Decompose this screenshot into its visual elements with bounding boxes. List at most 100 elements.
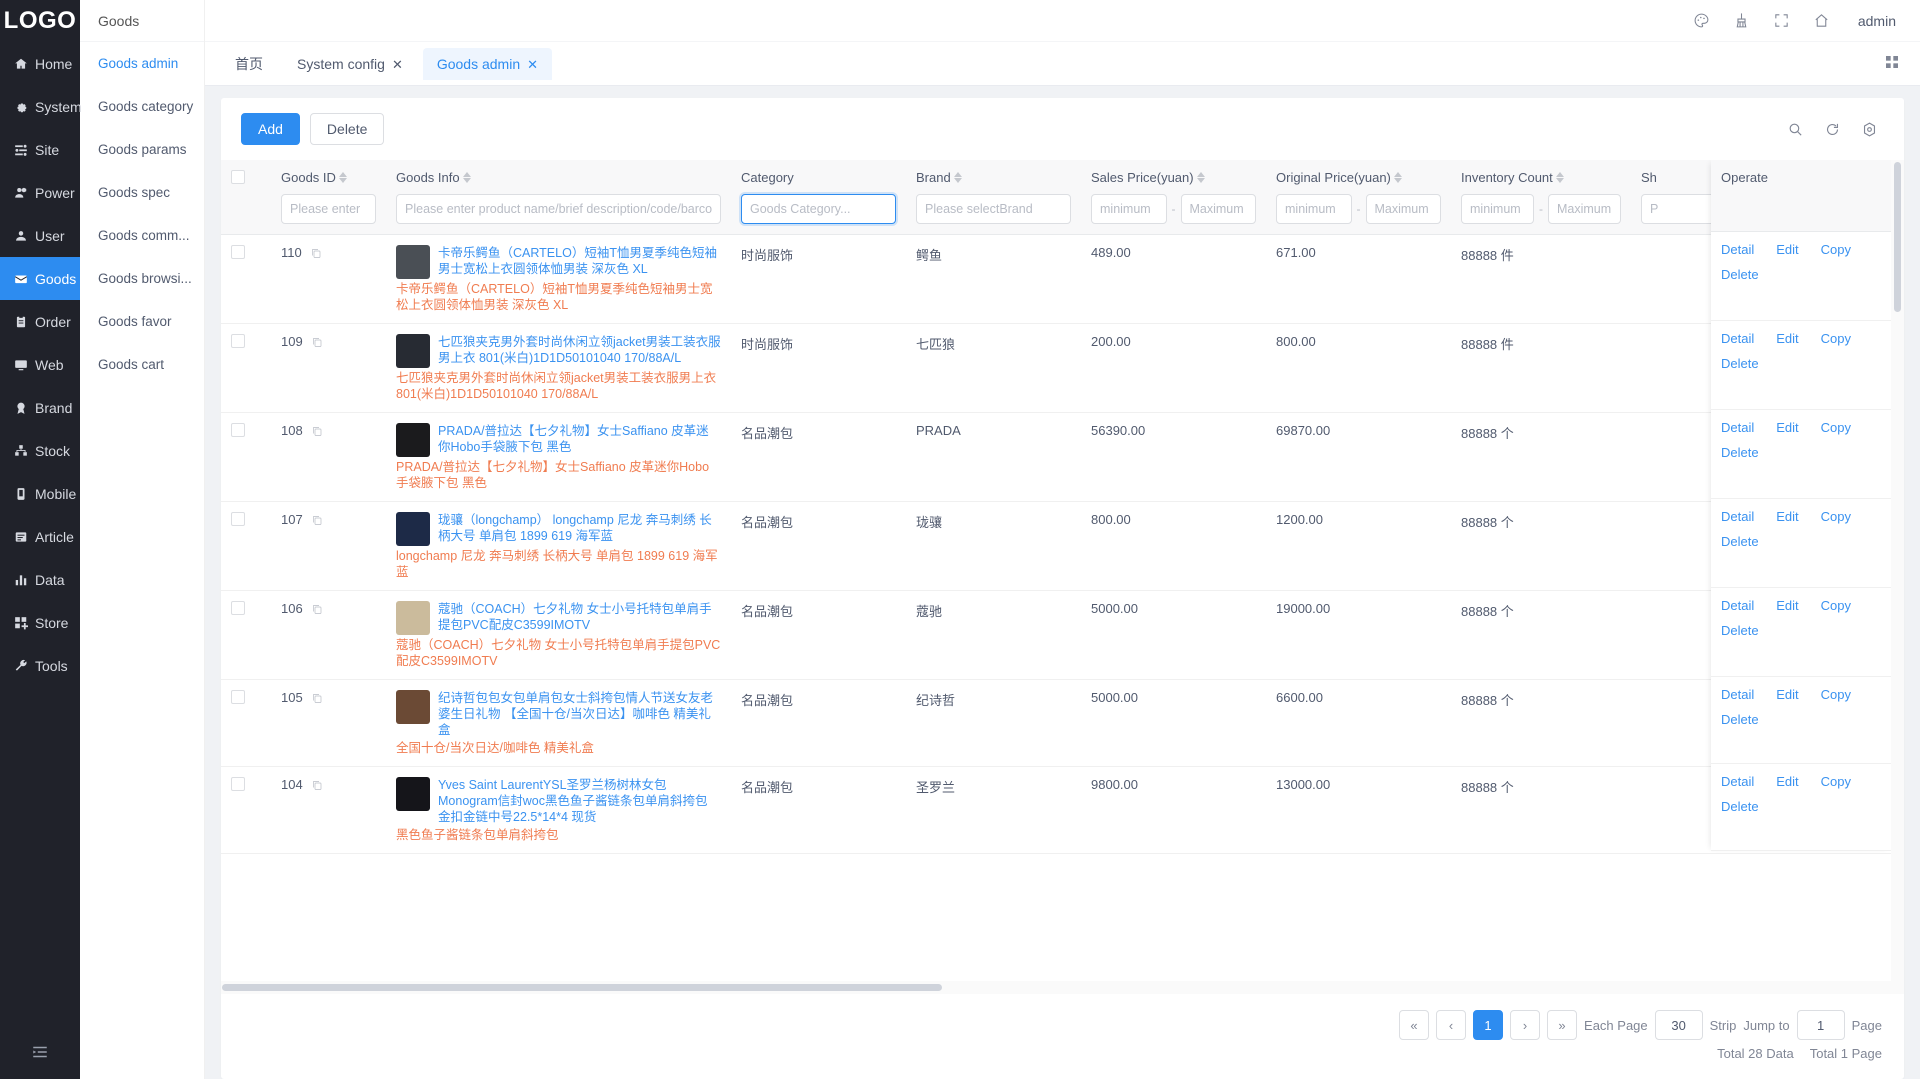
goods-name-link[interactable]: 卡帝乐鳄鱼（CARTELO）短袖T恤男夏季纯色短袖男士宽松上衣圆领体恤男装 深灰… bbox=[438, 245, 721, 279]
app-logo[interactable]: LOGO bbox=[0, 0, 80, 42]
palette-icon[interactable] bbox=[1682, 0, 1722, 42]
tab-goods-admin[interactable]: Goods admin ✕ bbox=[422, 48, 553, 80]
page-number-1[interactable]: 1 bbox=[1473, 1010, 1504, 1040]
operate-copy-link[interactable]: Copy bbox=[1821, 331, 1851, 346]
operate-edit-link[interactable]: Edit bbox=[1776, 774, 1798, 789]
sidebar-item-order[interactable]: Order bbox=[0, 300, 80, 343]
sort-toggle-icon[interactable] bbox=[953, 172, 962, 183]
table-row[interactable]: 104 Yves Saint LaurentYSL圣罗兰杨树林女包Monogram… bbox=[221, 766, 1904, 854]
select-all-checkbox[interactable] bbox=[231, 170, 245, 184]
tab-[interactable]: 首页 bbox=[221, 48, 277, 80]
goods-name-link[interactable]: PRADA/普拉达【七夕礼物】女士Saffiano 皮革迷你Hobo手袋腋下包 … bbox=[438, 423, 721, 457]
submenu-item-goods-favor[interactable]: Goods favor bbox=[80, 300, 204, 343]
filter-sales_price-max[interactable] bbox=[1180, 194, 1256, 224]
table-row[interactable]: 106 蔻驰（COACH）七夕礼物 女士小号托特包单肩手提包PVC配皮C3599I… bbox=[221, 590, 1904, 680]
vertical-scrollbar[interactable] bbox=[1891, 160, 1904, 981]
operate-detail-link[interactable]: Detail bbox=[1721, 509, 1754, 524]
operate-delete-link[interactable]: Delete bbox=[1721, 267, 1759, 282]
sort-toggle-icon[interactable] bbox=[1196, 172, 1205, 183]
row-checkbox[interactable] bbox=[231, 601, 245, 615]
copy-icon[interactable] bbox=[311, 779, 323, 791]
page-last-button[interactable]: » bbox=[1547, 1010, 1578, 1040]
sidebar-item-power[interactable]: Power bbox=[0, 171, 80, 214]
page-first-button[interactable]: « bbox=[1399, 1010, 1430, 1040]
sidebar-item-store[interactable]: Store bbox=[0, 601, 80, 644]
search-icon[interactable] bbox=[1787, 121, 1804, 138]
admin-user-menu[interactable]: admin bbox=[1858, 13, 1896, 29]
page-size-input[interactable] bbox=[1654, 1010, 1703, 1040]
horizontal-scrollbar-thumb[interactable] bbox=[222, 984, 942, 991]
submenu-item-goods-params[interactable]: Goods params bbox=[80, 128, 204, 171]
sidebar-item-goods[interactable]: Goods bbox=[0, 257, 80, 300]
page-next-button[interactable]: › bbox=[1510, 1010, 1541, 1040]
operate-detail-link[interactable]: Detail bbox=[1721, 687, 1754, 702]
operate-delete-link[interactable]: Delete bbox=[1721, 799, 1759, 814]
sidebar-item-tools[interactable]: Tools bbox=[0, 644, 80, 687]
operate-copy-link[interactable]: Copy bbox=[1821, 687, 1851, 702]
operate-copy-link[interactable]: Copy bbox=[1821, 598, 1851, 613]
submenu-item-goods-spec[interactable]: Goods spec bbox=[80, 171, 204, 214]
operate-copy-link[interactable]: Copy bbox=[1821, 420, 1851, 435]
row-checkbox[interactable] bbox=[231, 512, 245, 526]
row-checkbox[interactable] bbox=[231, 423, 245, 437]
sort-toggle-icon[interactable] bbox=[1555, 172, 1564, 183]
sort-toggle-icon[interactable] bbox=[338, 172, 347, 183]
copy-icon[interactable] bbox=[311, 336, 323, 348]
sort-toggle-icon[interactable] bbox=[462, 172, 471, 183]
submenu-item-goods-cart[interactable]: Goods cart bbox=[80, 343, 204, 386]
table-row[interactable]: 109 七匹狼夹克男外套时尚休闲立领jacket男装工装衣服男上衣 801(米白)… bbox=[221, 323, 1904, 413]
sidebar-collapse-button[interactable] bbox=[0, 1043, 80, 1061]
operate-copy-link[interactable]: Copy bbox=[1821, 242, 1851, 257]
table-row[interactable]: 105 纪诗哲包包女包单肩包女士斜挎包情人节送女友老婆生日礼物 【全国十仓/当次日… bbox=[221, 679, 1904, 767]
filter-original_price-min[interactable] bbox=[1276, 194, 1352, 224]
copy-icon[interactable] bbox=[311, 603, 323, 615]
operate-detail-link[interactable]: Detail bbox=[1721, 420, 1754, 435]
operate-delete-link[interactable]: Delete bbox=[1721, 623, 1759, 638]
page-prev-button[interactable]: ‹ bbox=[1436, 1010, 1467, 1040]
sidebar-item-system[interactable]: System bbox=[0, 85, 82, 128]
operate-detail-link[interactable]: Detail bbox=[1721, 774, 1754, 789]
goods-name-link[interactable]: 七匹狼夹克男外套时尚休闲立领jacket男装工装衣服男上衣 801(米白)1D1… bbox=[438, 334, 721, 368]
tab-grid-options-icon[interactable] bbox=[1884, 54, 1900, 73]
operate-copy-link[interactable]: Copy bbox=[1821, 774, 1851, 789]
operate-delete-link[interactable]: Delete bbox=[1721, 534, 1759, 549]
sidebar-item-web[interactable]: Web bbox=[0, 343, 80, 386]
sidebar-item-user[interactable]: User bbox=[0, 214, 80, 257]
settings-gear-icon[interactable] bbox=[1861, 121, 1878, 138]
delete-button[interactable]: Delete bbox=[309, 113, 385, 145]
horizontal-scrollbar[interactable] bbox=[221, 981, 1904, 994]
submenu-item-goods-admin[interactable]: Goods admin bbox=[80, 42, 204, 85]
filter-id-input[interactable] bbox=[281, 194, 376, 224]
sidebar-item-site[interactable]: Site bbox=[0, 128, 80, 171]
sidebar-item-brand[interactable]: Brand bbox=[0, 386, 80, 429]
add-button[interactable]: Add bbox=[241, 113, 300, 145]
operate-detail-link[interactable]: Detail bbox=[1721, 331, 1754, 346]
tab-system-config[interactable]: System config ✕ bbox=[283, 48, 417, 80]
operate-edit-link[interactable]: Edit bbox=[1776, 598, 1798, 613]
tab-close-icon[interactable]: ✕ bbox=[527, 58, 538, 71]
operate-copy-link[interactable]: Copy bbox=[1821, 509, 1851, 524]
home-icon[interactable] bbox=[1802, 0, 1842, 42]
filter-brand-input[interactable] bbox=[916, 194, 1071, 224]
operate-delete-link[interactable]: Delete bbox=[1721, 356, 1759, 371]
goods-name-link[interactable]: 蔻驰（COACH）七夕礼物 女士小号托特包单肩手提包PVC配皮C3599IMOT… bbox=[438, 601, 721, 635]
submenu-item-goods-browsi[interactable]: Goods browsi... bbox=[80, 257, 204, 300]
operate-edit-link[interactable]: Edit bbox=[1776, 509, 1798, 524]
filter-info-input[interactable] bbox=[396, 194, 721, 224]
goods-name-link[interactable]: Yves Saint LaurentYSL圣罗兰杨树林女包Monogram信封w… bbox=[438, 777, 721, 825]
operate-edit-link[interactable]: Edit bbox=[1776, 420, 1798, 435]
tab-close-icon[interactable]: ✕ bbox=[392, 58, 403, 71]
table-row[interactable]: 108 PRADA/普拉达【七夕礼物】女士Saffiano 皮革迷你Hobo手袋腋… bbox=[221, 412, 1904, 502]
sidebar-item-article[interactable]: Article bbox=[0, 515, 80, 558]
copy-icon[interactable] bbox=[311, 692, 323, 704]
filter-inventory-max[interactable] bbox=[1548, 194, 1621, 224]
submenu-item-goods-category[interactable]: Goods category bbox=[80, 85, 204, 128]
sidebar-item-stock[interactable]: Stock bbox=[0, 429, 80, 472]
copy-icon[interactable] bbox=[310, 247, 322, 259]
table-row[interactable]: 110 卡帝乐鳄鱼（CARTELO）短袖T恤男夏季纯色短袖男士宽松上衣圆领体恤男装… bbox=[221, 234, 1904, 324]
broom-icon[interactable] bbox=[1722, 0, 1762, 42]
sidebar-item-home[interactable]: Home bbox=[0, 42, 80, 85]
copy-icon[interactable] bbox=[311, 514, 323, 526]
row-checkbox[interactable] bbox=[231, 690, 245, 704]
filter-category-input[interactable] bbox=[741, 194, 896, 224]
